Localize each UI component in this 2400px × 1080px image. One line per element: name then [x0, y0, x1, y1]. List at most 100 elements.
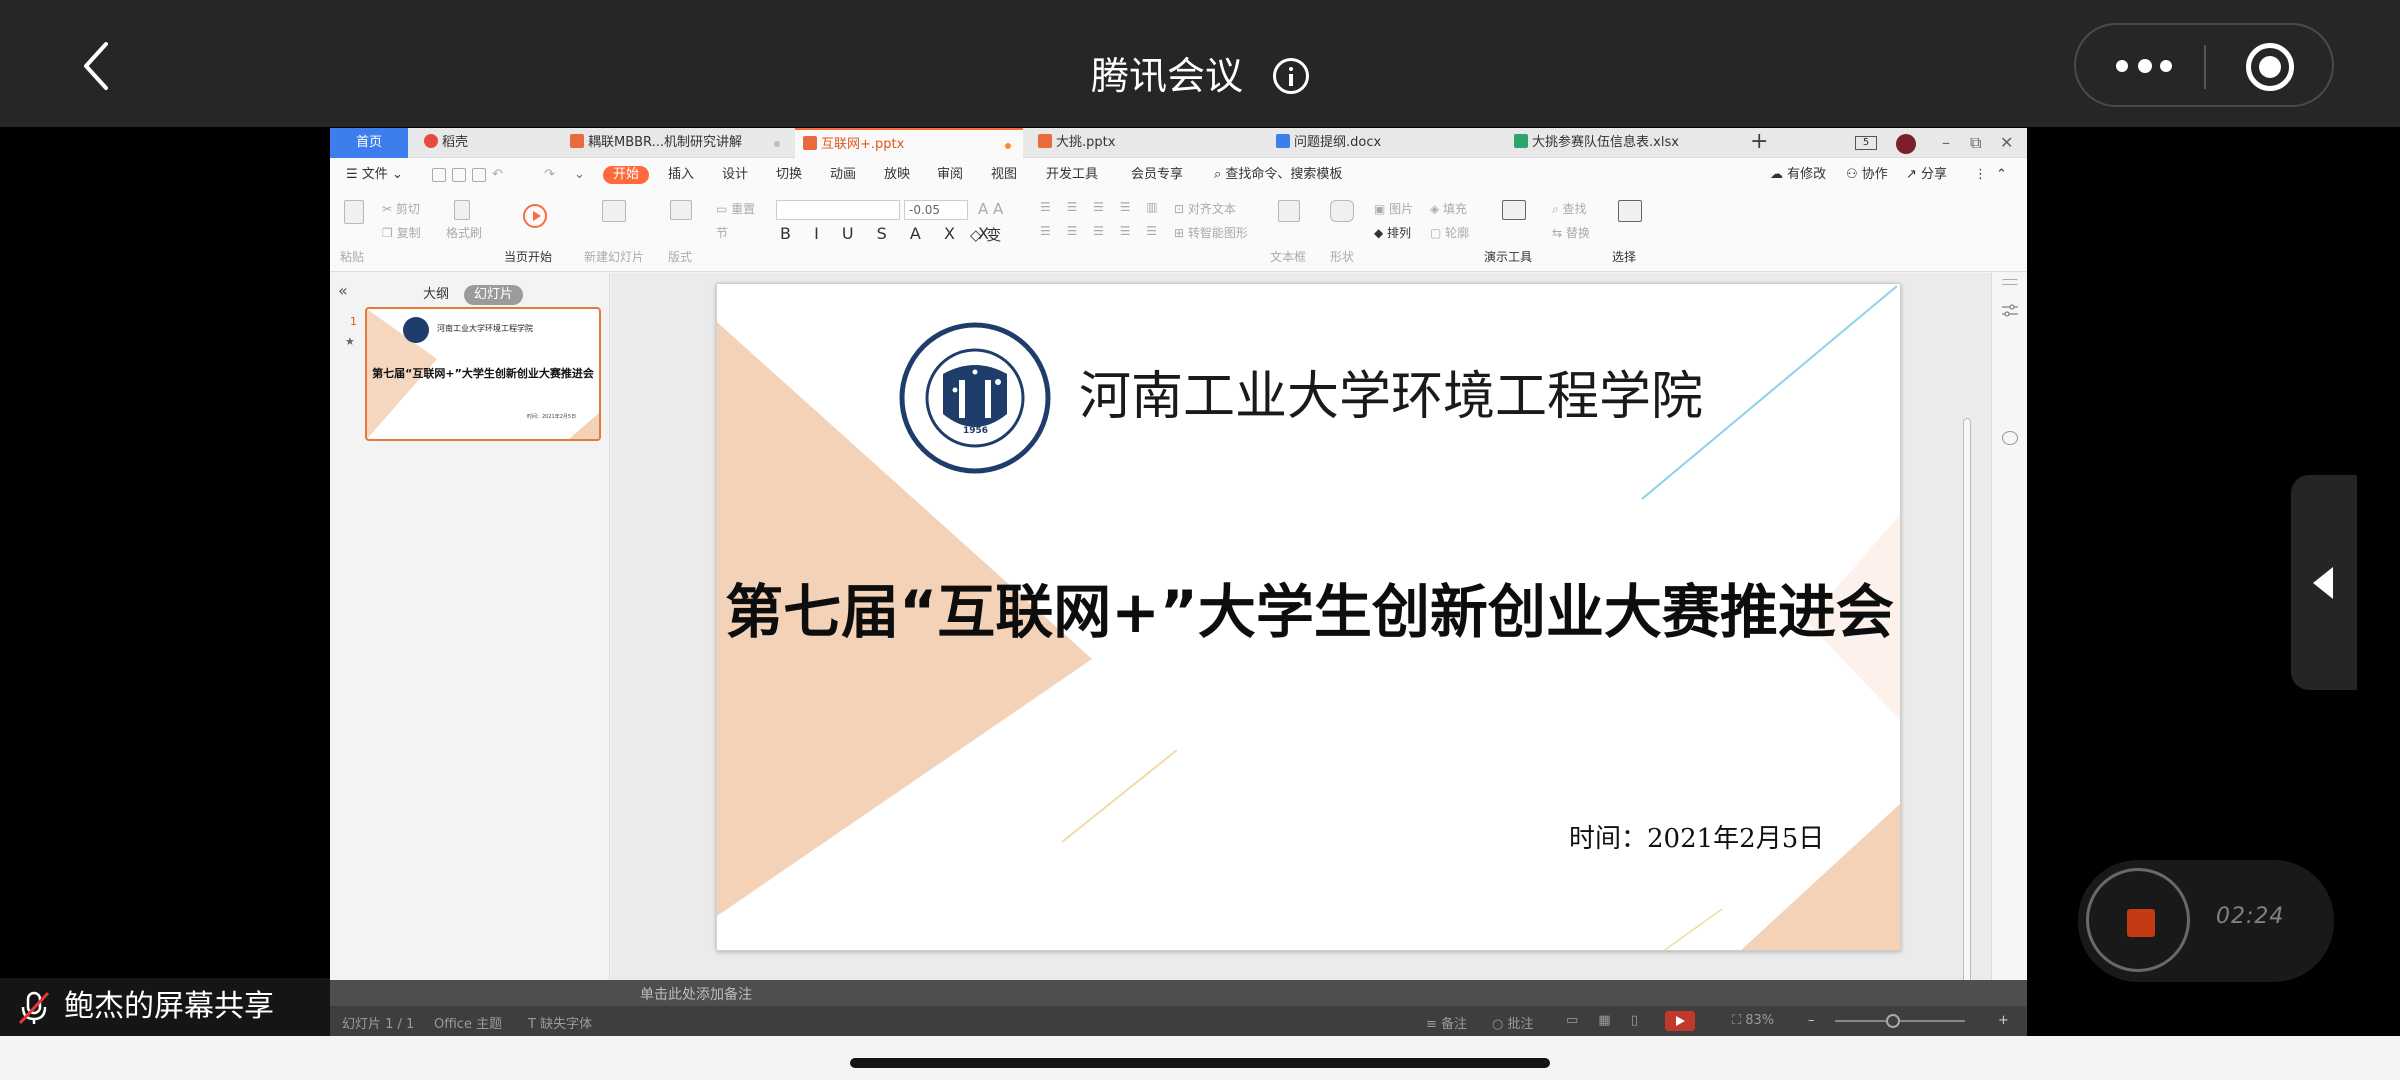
zoom-slider-knob[interactable]	[1886, 1014, 1900, 1028]
find-button[interactable]: ⌕ 查找	[1552, 200, 1587, 217]
outline-button[interactable]: ▢ 轮廓	[1430, 224, 1469, 241]
tab-animation[interactable]: 动画	[830, 166, 856, 184]
font-name-select[interactable]	[776, 200, 900, 220]
shape-button[interactable]: 形状	[1330, 248, 1354, 265]
save-icon[interactable]	[432, 168, 446, 182]
slide-title[interactable]: 第七届“互联网+”大学生创新创业大赛推进会	[717, 574, 1900, 650]
tab-mbbr-pptx[interactable]: 耦联MBBR...机制研究讲解	[562, 128, 792, 158]
cut-button[interactable]: ✂ 剪切	[382, 200, 420, 217]
copy-button[interactable]: ❐ 复制	[382, 224, 421, 241]
reset-button[interactable]: ▭ 重置	[716, 200, 755, 217]
paste-icon[interactable]	[344, 200, 364, 224]
home-indicator[interactable]	[850, 1058, 1550, 1068]
close-icon[interactable]: ✕	[2000, 128, 2013, 158]
help-icon[interactable]	[2002, 431, 2018, 445]
font-size-select[interactable]: -0.05	[904, 200, 968, 220]
zoom-slider-track[interactable]	[1835, 1020, 1965, 1022]
play-from-current-button[interactable]: 当页开始	[504, 248, 552, 265]
tab-transition[interactable]: 切换	[776, 166, 802, 184]
share-button[interactable]: ↗ 分享	[1906, 166, 1947, 184]
command-search[interactable]: ⌕ 查找命令、搜索模板	[1214, 166, 1342, 184]
paragraph-align-buttons[interactable]: ☰ ☰ ☰ ☰ ☰	[1040, 224, 1163, 238]
new-slide-icon[interactable]	[602, 200, 626, 222]
notes-toggle[interactable]: ≡ 备注	[1426, 1013, 1467, 1032]
tab-slideshow[interactable]: 放映	[884, 166, 910, 184]
recording-widget[interactable]: 02:24	[2078, 860, 2334, 982]
properties-icon[interactable]	[2002, 303, 2018, 317]
window-count-badge[interactable]: 5	[1855, 136, 1877, 150]
zoom-out-icon[interactable]: –	[1808, 1013, 1815, 1028]
list-buttons[interactable]: ☰ ☰ ☰ ☰ ▥	[1040, 200, 1164, 214]
view-mode-icons[interactable]: ▭ ▦ ▯	[1566, 1013, 1646, 1028]
modified-button[interactable]: ☁ 有修改	[1770, 166, 1826, 184]
play-icon[interactable]	[523, 204, 547, 228]
tab-view[interactable]: 视图	[991, 166, 1017, 184]
slide-date[interactable]: 时间：2021年2月5日	[1569, 822, 1824, 856]
tab-outline[interactable]: 大纲	[423, 285, 449, 305]
tab-design[interactable]: 设计	[722, 166, 748, 184]
format-painter-label[interactable]: 格式刷	[446, 224, 482, 241]
vertical-scrollbar[interactable]	[1960, 418, 1974, 1018]
textbox-button[interactable]: 文本框	[1270, 248, 1306, 265]
format-painter-icon[interactable]	[454, 200, 470, 220]
comments-toggle[interactable]: ○ 批注	[1492, 1013, 1534, 1032]
tab-home-ribbon[interactable]: 开始	[603, 166, 650, 184]
record-target-icon[interactable]	[2246, 43, 2294, 91]
slide-thumbnail[interactable]: 河南工业大学环境工程学院 第七届“互联网+”大学生创新创业大赛推进会 时间：20…	[365, 307, 601, 441]
tab-internet-plus-pptx[interactable]: 互联网+.pptx	[795, 128, 1023, 158]
font-style-buttons[interactable]: B I U S A X X	[780, 224, 998, 243]
collapse-panel-icon[interactable]: «	[338, 281, 348, 300]
preview-icon[interactable]	[472, 168, 486, 182]
align-text-button[interactable]: ⊡ 对齐文本	[1174, 200, 1236, 217]
tab-member[interactable]: 会员专享	[1131, 166, 1183, 184]
layout-button[interactable]: 版式	[668, 248, 692, 265]
textbox-icon[interactable]	[1278, 200, 1300, 222]
zoom-level[interactable]: ⛶ 83%	[1732, 1013, 1774, 1028]
slide-subtitle[interactable]: 河南工业大学环境工程学院	[1079, 364, 1703, 430]
new-tab-button[interactable]: +	[1750, 128, 1768, 158]
tab-slides[interactable]: 幻灯片	[464, 285, 524, 305]
tab-insert[interactable]: 插入	[668, 166, 694, 184]
restore-icon[interactable]: ⧉	[1970, 128, 1981, 158]
theme-name[interactable]: Office 主题	[434, 1013, 502, 1032]
fill-button[interactable]: ◈ 填充	[1430, 200, 1467, 217]
increase-font-icon[interactable]: A A	[978, 200, 1003, 218]
print-icon[interactable]	[452, 168, 466, 182]
file-menu[interactable]: ☰ 文件 ⌄	[346, 166, 403, 184]
picture-button[interactable]: ▣ 图片	[1374, 200, 1413, 217]
undo-icon[interactable]: ↶	[492, 166, 503, 184]
scrollbar-thumb[interactable]	[1963, 418, 1971, 1018]
select-button[interactable]: 选择	[1612, 248, 1636, 265]
select-icon[interactable]	[1618, 200, 1642, 222]
minimize-icon[interactable]: –	[1942, 128, 1950, 158]
info-icon[interactable]	[1273, 57, 1310, 94]
paste-label[interactable]: 粘贴	[340, 248, 364, 265]
missing-font-button[interactable]: T 缺失字体	[528, 1013, 592, 1032]
tab-outline-docx[interactable]: 问题提纲.docx	[1268, 128, 1498, 158]
presentation-tools-button[interactable]: 演示工具	[1484, 248, 1532, 265]
new-slide-button[interactable]: 新建幻灯片	[584, 248, 644, 265]
redo-icon[interactable]: ↷	[544, 166, 555, 184]
more-icon[interactable]	[2116, 57, 2180, 77]
presentation-tools-icon[interactable]	[1502, 200, 1526, 220]
customize-qa-icon[interactable]: ⌄	[574, 166, 585, 184]
tab-developer[interactable]: 开发工具	[1046, 166, 1098, 184]
slideshow-play-button[interactable]	[1665, 1011, 1695, 1031]
zoom-in-icon[interactable]: +	[1998, 1013, 2009, 1028]
clear-format-icon[interactable]: ◇ 变	[970, 224, 1001, 245]
tab-datiao-pptx[interactable]: 大挑.pptx	[1030, 128, 1260, 158]
replace-button[interactable]: ⇆ 替换	[1552, 224, 1590, 241]
collapse-ribbon-icon[interactable]: ⌃	[1996, 166, 2007, 184]
section-button[interactable]: 节	[716, 224, 728, 241]
panel-handle-icon[interactable]	[2002, 279, 2018, 285]
slide[interactable]: 1956 河南工业大学环境工程学院 第七届“互联网+”大学生创新创业大赛推进会 …	[716, 283, 1901, 951]
side-panel-handle[interactable]	[2291, 475, 2357, 690]
collaborate-button[interactable]: ⚇ 协作	[1846, 166, 1888, 184]
layout-icon[interactable]	[670, 200, 692, 220]
shape-icon[interactable]	[1330, 200, 1354, 222]
arrange-button[interactable]: ◆ 排列	[1374, 224, 1411, 241]
convert-smartart-button[interactable]: ⊞ 转智能图形	[1174, 224, 1248, 241]
tab-review[interactable]: 审阅	[937, 166, 963, 184]
avatar[interactable]	[1896, 134, 1916, 154]
notes-pane[interactable]: 单击此处添加备注	[330, 980, 2027, 1006]
